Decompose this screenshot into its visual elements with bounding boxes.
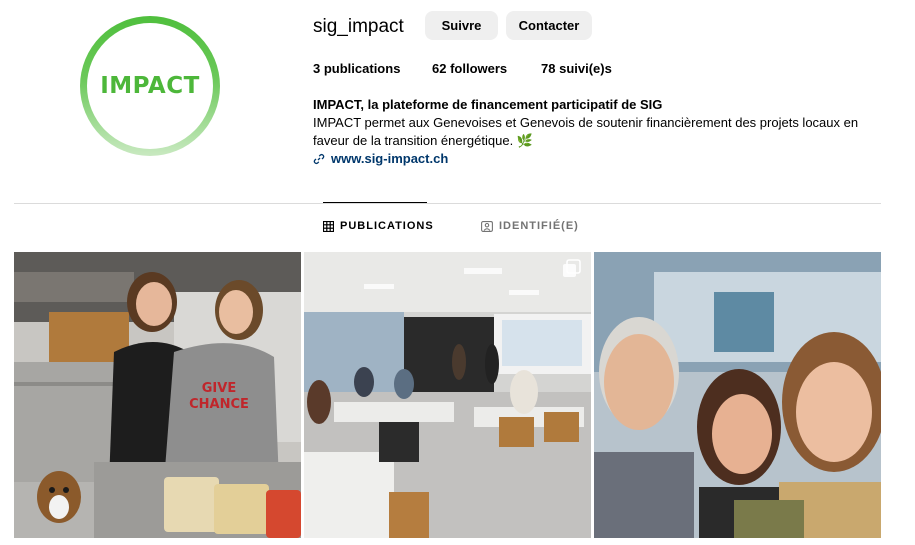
leaf-emoji: 🌿 bbox=[516, 133, 533, 148]
active-tab-indicator bbox=[323, 202, 427, 203]
followers-label: followers bbox=[450, 61, 508, 76]
following-stat[interactable]: 78 suivi(e)s bbox=[541, 61, 612, 76]
posts-stat: 3 publications bbox=[313, 61, 432, 76]
bio-text-block: IMPACT permet aux Genevoises et Genevois… bbox=[313, 114, 863, 150]
tab-publications-label: PUBLICATIONS bbox=[340, 220, 434, 232]
posts-label: publications bbox=[323, 61, 401, 76]
grid-icon bbox=[323, 220, 334, 232]
impact-logo-text: IMPACT bbox=[100, 73, 200, 99]
bio-link-text[interactable]: www.sig-impact.ch bbox=[331, 150, 448, 168]
contact-button[interactable]: Contacter bbox=[506, 11, 592, 40]
following-count: 78 bbox=[541, 61, 556, 76]
bio-text: IMPACT permet aux Genevoises et Genevois… bbox=[313, 115, 859, 148]
post-image-selfie bbox=[594, 252, 881, 538]
followers-count: 62 bbox=[432, 61, 447, 76]
posts-count: 3 bbox=[313, 61, 321, 76]
post-thumbnail[interactable]: GIVE CHANCE bbox=[14, 252, 301, 538]
bio-link[interactable]: www.sig-impact.ch bbox=[313, 150, 863, 168]
tab-tagged-label: IDENTIFIÉ(E) bbox=[499, 220, 579, 232]
post-image-kitchen: GIVE CHANCE bbox=[14, 252, 301, 538]
tagged-person-icon bbox=[481, 220, 493, 232]
bio-name: IMPACT, la plateforme de financement par… bbox=[313, 97, 663, 112]
tabs-divider bbox=[14, 203, 881, 204]
tab-publications[interactable]: PUBLICATIONS bbox=[323, 220, 434, 232]
post-image-classroom bbox=[304, 252, 591, 538]
post-thumbnail[interactable] bbox=[594, 252, 881, 538]
profile-avatar[interactable]: IMPACT bbox=[80, 16, 220, 156]
avatar-inner: IMPACT bbox=[87, 23, 213, 149]
tab-tagged[interactable]: IDENTIFIÉ(E) bbox=[481, 220, 579, 232]
follow-button[interactable]: Suivre bbox=[425, 11, 498, 40]
profile-stats: 3 publications 62 followers 78 suivi(e)s bbox=[313, 61, 612, 76]
followers-stat[interactable]: 62 followers bbox=[432, 61, 541, 76]
avatar-ring: IMPACT bbox=[80, 16, 220, 156]
username: sig_impact bbox=[313, 16, 404, 37]
post-thumbnail[interactable] bbox=[304, 252, 591, 538]
profile-bio: IMPACT, la plateforme de financement par… bbox=[313, 96, 863, 168]
link-icon bbox=[313, 153, 325, 165]
following-label: suivi(e)s bbox=[559, 61, 612, 76]
